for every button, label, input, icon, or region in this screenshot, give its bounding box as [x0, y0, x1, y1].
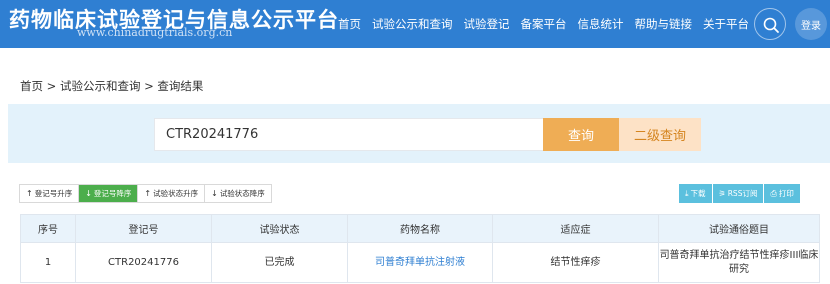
search-panel: 查询 二级查询 — [8, 104, 830, 163]
print-icon: ⎙ — [770, 188, 777, 198]
results-table: 序号 登记号 试验状态 药物名称 适应症 试验通俗题目 1 CTR2024177… — [20, 214, 820, 283]
rss-icon: ⚞ — [718, 189, 726, 198]
search-input[interactable] — [154, 118, 552, 151]
site-url: www.chinadrugtrials.org.cn — [77, 26, 233, 39]
sort-status-asc-label: 试验状态升序 — [153, 189, 199, 198]
arrow-down-icon: ↓ — [211, 189, 218, 198]
sort-reg-desc-label: 登记号降序 — [93, 189, 132, 198]
nav-item-filing-platform[interactable]: 备案平台 — [521, 16, 567, 32]
sort-status-desc-button[interactable]: ↓ 试验状态降序 — [205, 185, 271, 202]
nav-item-trial-search[interactable]: 试验公示和查询 — [372, 16, 453, 32]
rss-button[interactable]: ⚞ RSS订阅 — [712, 184, 764, 203]
column-header-reg-no: 登记号 — [75, 214, 212, 243]
download-icon: ⤓ — [685, 188, 689, 198]
cell-index: 1 — [20, 242, 76, 283]
column-header-title: 试验通俗题目 — [658, 214, 820, 243]
login-button[interactable]: 登录 — [795, 8, 827, 40]
sort-status-desc-label: 试验状态降序 — [219, 189, 265, 198]
breadcrumb: 首页 > 试验公示和查询 > 查询结果 — [20, 79, 204, 93]
sort-reg-desc-button[interactable]: ↓ 登记号降序 — [79, 185, 139, 202]
arrow-down-icon: ↓ — [85, 189, 92, 198]
sort-button-group: ↑ 登记号升序 ↓ 登记号降序 ↑ 试验状态升序 ↓ 试验状态降序 — [19, 184, 272, 203]
column-header-status: 试验状态 — [211, 214, 348, 243]
nav-item-trial-registration[interactable]: 试验登记 — [464, 16, 510, 32]
arrow-up-icon: ↑ — [26, 189, 33, 198]
column-header-indication: 适应症 — [492, 214, 659, 243]
rss-label: RSS订阅 — [727, 189, 758, 198]
cell-title: 司普奇拜单抗治疗结节性痒疹III临床研究 — [658, 242, 820, 283]
nav-item-help-links[interactable]: 帮助与链接 — [635, 16, 693, 32]
column-header-index: 序号 — [20, 214, 76, 243]
sort-reg-asc-label: 登记号升序 — [34, 189, 73, 198]
search-icon — [763, 17, 779, 33]
cell-indication: 结节性痒疹 — [492, 242, 659, 283]
nav-item-about[interactable]: 关于平台 — [703, 16, 749, 32]
nav-item-statistics[interactable]: 信息统计 — [578, 16, 624, 32]
table-row[interactable]: 1 CTR20241776 已完成 司普奇拜单抗注射液 结节性痒疹 司普奇拜单抗… — [20, 242, 820, 283]
nav-item-home[interactable]: 首页 — [338, 16, 361, 32]
cell-reg-no: CTR20241776 — [75, 242, 212, 283]
query-button[interactable]: 查询 — [543, 118, 619, 151]
table-header-row: 序号 登记号 试验状态 药物名称 适应症 试验通俗题目 — [20, 214, 820, 243]
print-button[interactable]: ⎙ 打印 — [764, 184, 800, 203]
search-button[interactable] — [754, 8, 786, 40]
sort-reg-asc-button[interactable]: ↑ 登记号升序 — [20, 185, 80, 202]
tool-button-group: ⤓ 下载 ⚞ RSS订阅 ⎙ 打印 — [678, 184, 800, 203]
advanced-query-button[interactable]: 二级查询 — [619, 118, 701, 151]
top-bar: 药物临床试验登记与信息公示平台 www.chinadrugtrials.org.… — [0, 0, 830, 48]
column-header-drug-name: 药物名称 — [347, 214, 493, 243]
arrow-up-icon: ↑ — [144, 189, 152, 198]
sort-status-asc-button[interactable]: ↑ 试验状态升序 — [138, 185, 206, 202]
main-nav: 首页 试验公示和查询 试验登记 备案平台 信息统计 帮助与链接 关于平台 — [338, 0, 760, 48]
cell-status: 已完成 — [211, 242, 348, 283]
download-label: 下载 — [690, 189, 706, 198]
print-label: 打印 — [778, 189, 794, 198]
main-content: 首页 > 试验公示和查询 > 查询结果 查询 二级查询 ↑登记号升序 ↓登记号降… — [0, 48, 830, 284]
cell-drug-name-link[interactable]: 司普奇拜单抗注射液 — [347, 242, 493, 283]
download-button[interactable]: ⤓ 下载 — [679, 184, 712, 203]
